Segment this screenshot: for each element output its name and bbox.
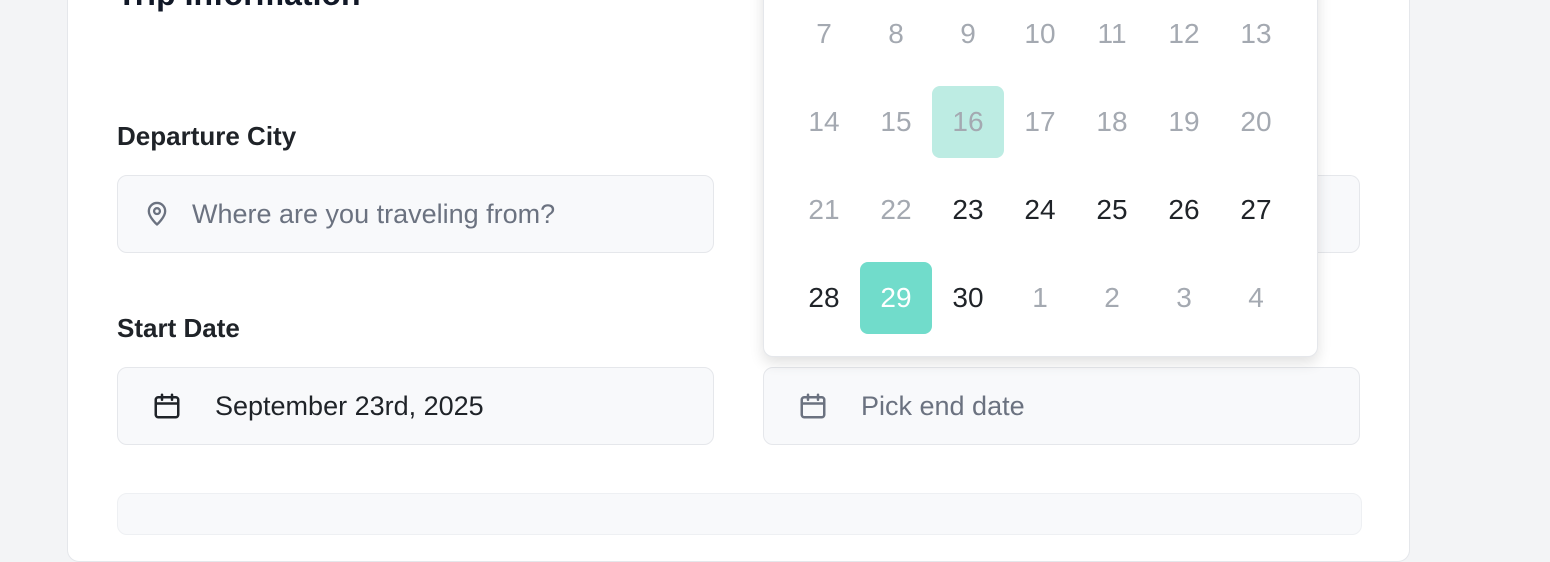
calendar-day[interactable]: 15	[860, 86, 932, 158]
start-date-label: Start Date	[117, 313, 240, 343]
calendar-day[interactable]: 28	[788, 262, 860, 334]
calendar-day[interactable]: 1	[1004, 262, 1076, 334]
calendar-day[interactable]: 10	[1004, 0, 1076, 70]
start-date-picker[interactable]: September 23rd, 2025	[117, 367, 714, 445]
start-date-value: September 23rd, 2025	[215, 391, 484, 421]
calendar-day[interactable]: 24	[1004, 174, 1076, 246]
next-section-box	[117, 493, 1362, 535]
end-date-placeholder: Pick end date	[861, 391, 1025, 421]
calendar-day[interactable]: 22	[860, 174, 932, 246]
calendar-day[interactable]: 25	[1076, 174, 1148, 246]
calendar-day[interactable]: 7	[788, 0, 860, 70]
departure-city-placeholder: Where are you traveling from?	[192, 199, 556, 229]
calendar-day[interactable]: 26	[1148, 174, 1220, 246]
calendar-day[interactable]: 8	[860, 0, 932, 70]
calendar-day[interactable]: 30	[932, 262, 1004, 334]
section-title: Trip Information	[117, 0, 361, 10]
calendar-icon	[798, 391, 828, 421]
calendar-day[interactable]: 12	[1148, 0, 1220, 70]
calendar-day[interactable]: 9	[932, 0, 1004, 70]
calendar-day[interactable]: 18	[1076, 86, 1148, 158]
calendar-day[interactable]: 23	[932, 174, 1004, 246]
calendar-day[interactable]: 17	[1004, 86, 1076, 158]
calendar-day[interactable]: 21	[788, 174, 860, 246]
calendar-day[interactable]: 20	[1220, 86, 1292, 158]
map-pin-icon	[142, 199, 172, 229]
calendar-icon	[152, 391, 182, 421]
calendar-day[interactable]: 27	[1220, 174, 1292, 246]
calendar-day[interactable]: 13	[1220, 0, 1292, 70]
calendar-day[interactable]: 16	[932, 86, 1004, 158]
calendar-day[interactable]: 3	[1148, 262, 1220, 334]
calendar-day[interactable]: 11	[1076, 0, 1148, 70]
calendar-day[interactable]: 4	[1220, 262, 1292, 334]
departure-city-input[interactable]: Where are you traveling from?	[117, 175, 714, 253]
end-date-picker[interactable]: Pick end date	[763, 367, 1360, 445]
calendar-day[interactable]: 14	[788, 86, 860, 158]
calendar-popover: 7 8 9 10 11 12 13 14 15 16 17 18 19 20 21 22 23 24 25 26 27 2…	[763, 0, 1318, 357]
calendar-day[interactable]: 19	[1148, 86, 1220, 158]
calendar-day[interactable]: 29	[860, 262, 932, 334]
departure-city-label: Departure City	[117, 121, 297, 151]
calendar-day[interactable]: 2	[1076, 262, 1148, 334]
